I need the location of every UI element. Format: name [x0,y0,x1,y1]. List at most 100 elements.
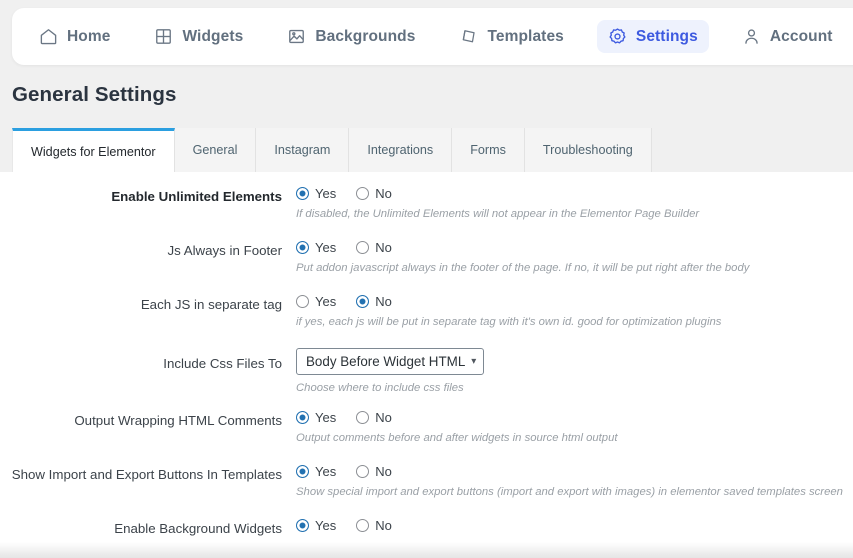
radio-option-yes[interactable]: Yes [296,294,336,309]
setting-label: Each JS in separate tag [0,294,290,313]
radio-option-no[interactable]: No [356,518,392,533]
radio-no-input[interactable] [356,187,369,200]
radio-group: Yes No [296,410,853,425]
nav-item-label: Templates [487,28,563,46]
home-icon [39,27,58,46]
setting-hint: Output comments before and after widgets… [296,431,853,446]
grid-icon [154,27,173,46]
include-css-files-select[interactable]: Body Before Widget HTML ▾ [296,348,484,375]
settings-tabs: Widgets for Elementor General Instagram … [12,128,652,172]
setting-hint: If disabled, the Unlimited Elements will… [296,207,853,222]
radio-group: Yes No [296,186,853,201]
radio-group: Yes No [296,464,853,479]
tab-integrations[interactable]: Integrations [349,128,452,172]
radio-no-input[interactable] [356,295,369,308]
setting-hint: Put addon javascript always in the foote… [296,261,853,276]
radio-yes-input[interactable] [296,241,309,254]
radio-no-label: No [375,240,392,255]
nav-item-label: Settings [636,28,698,46]
radio-yes-input[interactable] [296,295,309,308]
setting-control: Yes No Put addon javascript always in th… [290,240,853,276]
include-css-files-select-value: Body Before Widget HTML [306,354,465,369]
radio-no-label: No [375,294,392,309]
page-title: General Settings [12,83,177,107]
layers-icon [459,27,478,46]
tab-general[interactable]: General [175,128,257,172]
setting-label: Js Always in Footer [0,240,290,259]
radio-no-label: No [375,186,392,201]
setting-control: Body Before Widget HTML ▾ Choose where t… [290,348,853,396]
nav-item-label: Account [770,28,833,46]
settings-panel: Enable Unlimited Elements Yes No If disa… [0,172,853,558]
tab-troubleshooting[interactable]: Troubleshooting [525,128,652,172]
setting-row-include-css-files-to: Include Css Files To Body Before Widget … [0,334,853,396]
tab-forms[interactable]: Forms [452,128,525,172]
setting-row-js-always-in-footer: Js Always in Footer Yes No Put addon jav… [0,226,853,280]
setting-row-enable-background-widgets: Enable Background Widgets Yes No [0,504,853,558]
nav-item-backgrounds[interactable]: Backgrounds [276,20,426,53]
radio-yes-label: Yes [315,518,336,533]
setting-label: Include Css Files To [0,348,290,372]
tab-label: General [193,143,238,157]
radio-group: Yes No [296,240,853,255]
radio-option-no[interactable]: No [356,186,392,201]
nav-item-settings[interactable]: Settings [597,20,709,53]
setting-control: Yes No if yes, each js will be put in se… [290,294,853,330]
setting-label: Enable Background Widgets [0,518,290,537]
radio-no-input[interactable] [356,411,369,424]
radio-yes-label: Yes [315,464,336,479]
radio-yes-label: Yes [315,410,336,425]
radio-option-yes[interactable]: Yes [296,410,336,425]
setting-control: Yes No Output comments before and after … [290,410,853,446]
radio-option-no[interactable]: No [356,294,392,309]
radio-yes-input[interactable] [296,519,309,532]
radio-option-yes[interactable]: Yes [296,240,336,255]
radio-no-label: No [375,518,392,533]
tab-widgets-for-elementor[interactable]: Widgets for Elementor [12,128,175,172]
tab-instagram[interactable]: Instagram [256,128,349,172]
tab-label: Troubleshooting [543,143,633,157]
radio-option-no[interactable]: No [356,464,392,479]
radio-yes-input[interactable] [296,465,309,478]
setting-hint: Show special import and export buttons (… [296,485,853,500]
setting-row-enable-unlimited-elements: Enable Unlimited Elements Yes No If disa… [0,172,853,226]
setting-label: Enable Unlimited Elements [0,186,290,205]
setting-control: Yes No Show special import and export bu… [290,464,853,500]
radio-yes-label: Yes [315,186,336,201]
setting-row-show-import-and-export-buttons-in-templates: Show Import and Export Buttons In Templa… [0,450,853,504]
setting-control: Yes No [290,518,853,533]
radio-option-yes[interactable]: Yes [296,518,336,533]
setting-label: Show Import and Export Buttons In Templa… [0,464,290,483]
radio-no-label: No [375,464,392,479]
nav-item-templates[interactable]: Templates [448,20,574,53]
radio-no-label: No [375,410,392,425]
radio-yes-label: Yes [315,240,336,255]
tab-label: Instagram [274,143,330,157]
radio-no-input[interactable] [356,241,369,254]
setting-hint: Choose where to include css files [296,381,853,396]
radio-yes-label: Yes [315,294,336,309]
chevron-down-icon: ▾ [471,356,476,367]
radio-option-no[interactable]: No [356,410,392,425]
setting-hint: if yes, each js will be put in separate … [296,315,853,330]
radio-no-input[interactable] [356,519,369,532]
window-top-strip [0,0,853,8]
user-icon [742,27,761,46]
nav-item-home[interactable]: Home [28,20,121,53]
radio-no-input[interactable] [356,465,369,478]
tab-label: Forms [470,143,506,157]
nav-item-label: Widgets [182,28,243,46]
radio-option-yes[interactable]: Yes [296,464,336,479]
setting-row-output-wrapping-html-comments: Output Wrapping HTML Comments Yes No Out… [0,396,853,450]
radio-yes-input[interactable] [296,187,309,200]
radio-option-no[interactable]: No [356,240,392,255]
setting-control: Yes No If disabled, the Unlimited Elemen… [290,186,853,222]
radio-option-yes[interactable]: Yes [296,186,336,201]
radio-yes-input[interactable] [296,411,309,424]
tab-label: Widgets for Elementor [31,145,156,159]
nav-item-label: Backgrounds [315,28,415,46]
tab-label: Integrations [367,143,433,157]
nav-item-account[interactable]: Account [731,20,844,53]
nav-item-widgets[interactable]: Widgets [143,20,254,53]
app-root: Home Widgets Backgrounds Templates Setti [0,0,853,558]
